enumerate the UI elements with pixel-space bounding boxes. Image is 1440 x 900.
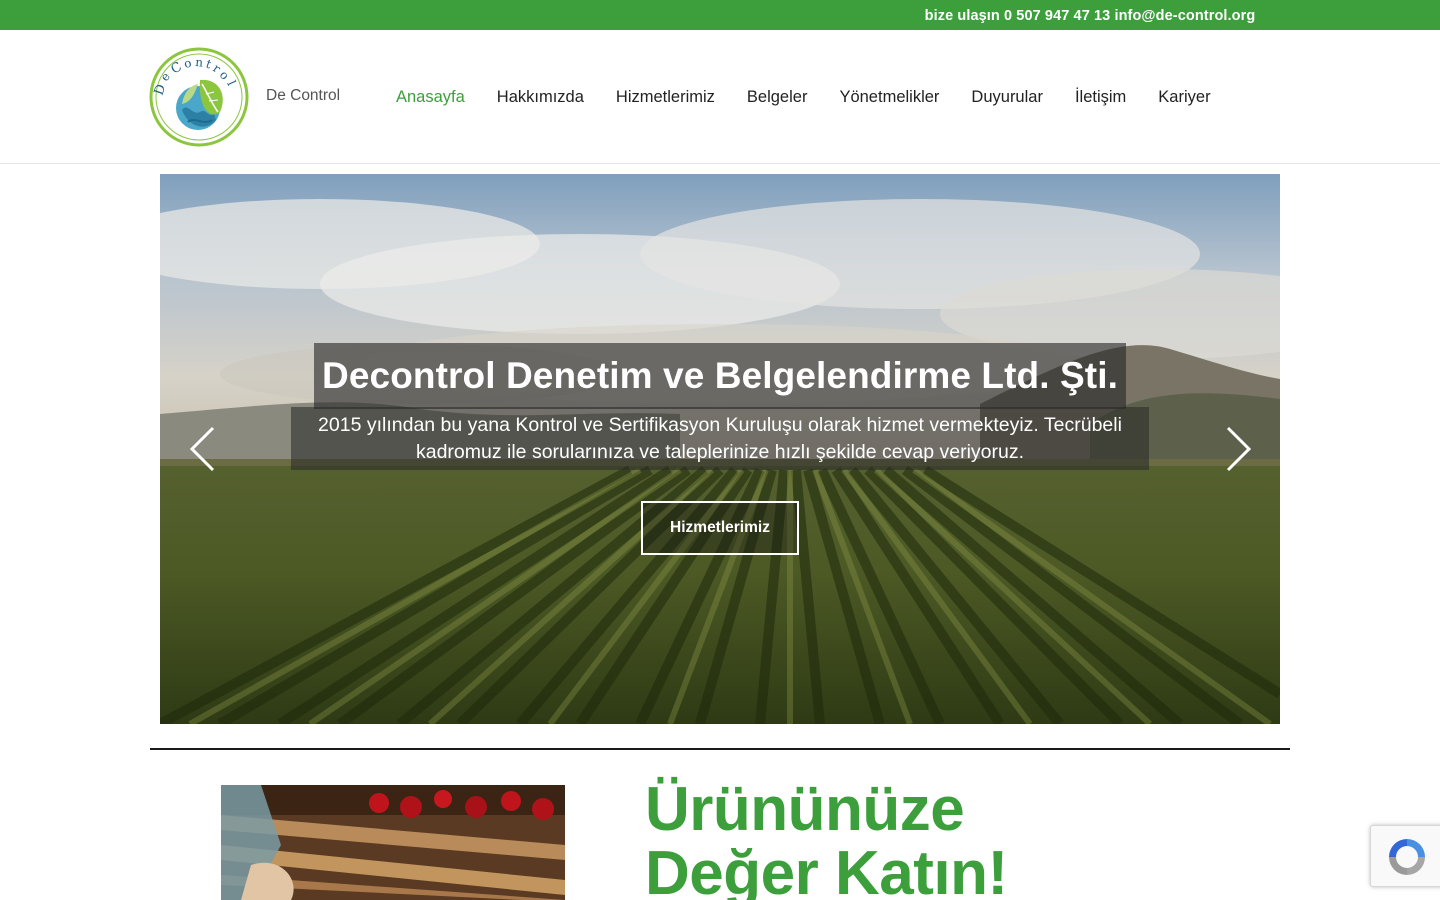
recaptcha-badge[interactable]	[1370, 825, 1440, 887]
brand-name[interactable]: De Control	[266, 87, 340, 105]
nav-item-anasayfa[interactable]: Anasayfa	[380, 88, 481, 107]
nav-item-iletisim[interactable]: İletişim	[1059, 88, 1142, 107]
hero-title-box: Decontrol Denetim ve Belgelendirme Ltd. …	[314, 343, 1126, 409]
top-contact-bar: bize ulaşın 0 507 947 47 13 info@de-cont…	[0, 0, 1440, 31]
site-header: D e C o n t r o l De Control Anasayfa Ha…	[0, 30, 1440, 164]
headline-line-1: Ürününüze	[645, 775, 965, 844]
hero-slider: Decontrol Denetim ve Belgelendirme Ltd. …	[160, 174, 1280, 724]
main-nav: Anasayfa Hakkımızda Hizmetlerimiz Belgel…	[380, 82, 1227, 112]
nav-item-hakkimizda[interactable]: Hakkımızda	[481, 88, 600, 107]
hero-subtitle: 2015 yılından bu yana Kontrol ve Sertifi…	[318, 413, 1122, 463]
recaptcha-icon	[1389, 839, 1425, 875]
value-headline: Ürününüze Değer Katın!	[645, 778, 1145, 900]
nav-item-kariyer[interactable]: Kariyer	[1142, 88, 1226, 107]
hero-title: Decontrol Denetim ve Belgelendirme Ltd. …	[322, 355, 1118, 396]
section-divider	[150, 748, 1290, 750]
headline-line-2: Değer Katın!	[645, 839, 1008, 900]
nav-item-yonetmelikler[interactable]: Yönetmelikler	[823, 88, 955, 107]
contact-info[interactable]: bize ulaşın 0 507 947 47 13 info@de-cont…	[907, 0, 1273, 31]
apple-crates-photo	[221, 785, 565, 900]
hero-subtitle-box: 2015 yılından bu yana Kontrol ve Sertifi…	[291, 407, 1149, 470]
hizmetlerimiz-button[interactable]: Hizmetlerimiz	[641, 501, 799, 555]
chevron-right-icon[interactable]	[1221, 424, 1255, 474]
nav-item-duyurular[interactable]: Duyurular	[955, 88, 1059, 107]
nav-item-hizmetlerimiz[interactable]: Hizmetlerimiz	[600, 88, 731, 107]
de-control-logo[interactable]: D e C o n t r o l	[148, 46, 250, 148]
nav-item-belgeler[interactable]: Belgeler	[731, 88, 824, 107]
chevron-left-icon[interactable]	[186, 424, 220, 474]
svg-text:n: n	[195, 55, 204, 70]
